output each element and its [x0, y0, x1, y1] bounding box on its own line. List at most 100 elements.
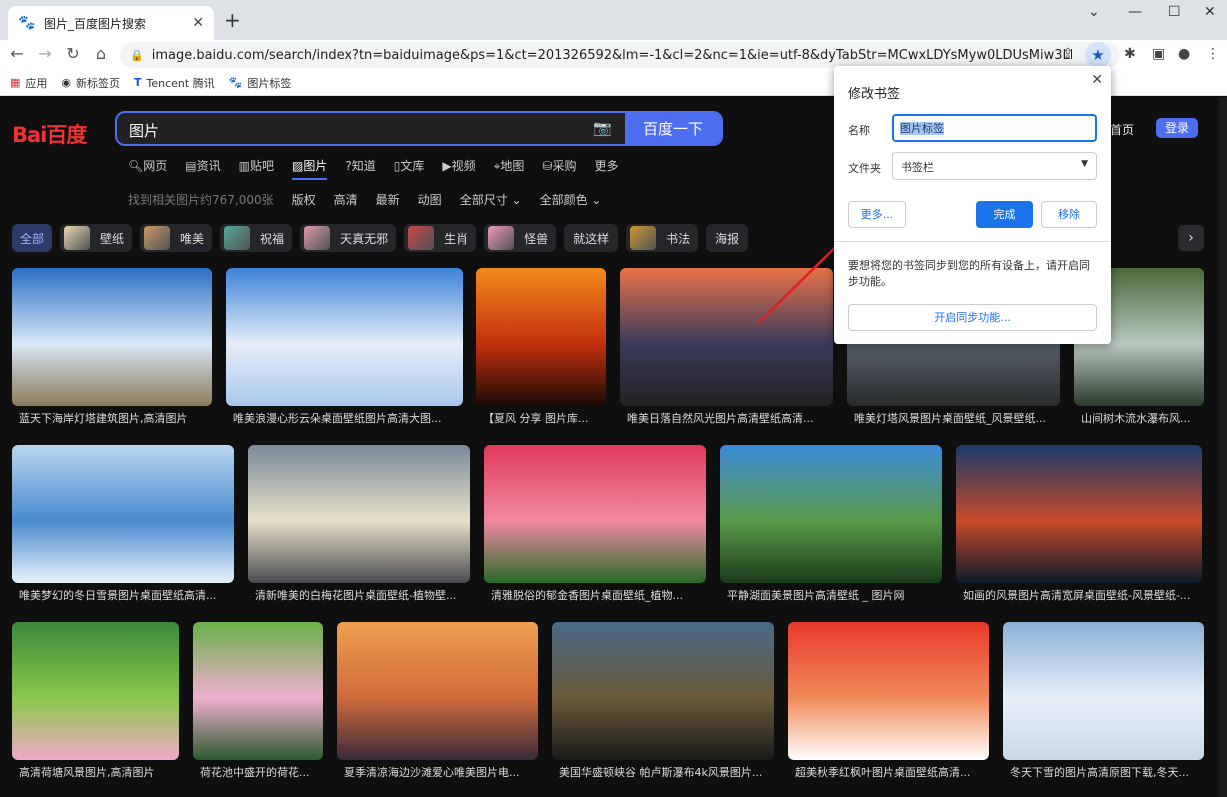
- extensions-icon[interactable]: ✱: [1124, 46, 1136, 62]
- result-caption[interactable]: 山间树木流水瀑布风...: [1074, 410, 1204, 426]
- camera-icon[interactable]: 📷: [593, 119, 612, 137]
- search-input[interactable]: 图片: [129, 120, 159, 141]
- filter-item[interactable]: 高清: [334, 191, 358, 208]
- remove-button[interactable]: 移除: [1041, 201, 1097, 228]
- share-icon[interactable]: ⇪: [1062, 46, 1074, 62]
- nav-tieba[interactable]: ▥贴吧: [239, 157, 274, 180]
- result-thumbnail[interactable]: [1003, 622, 1204, 760]
- result-thumbnail[interactable]: [720, 445, 942, 583]
- result-thumbnail[interactable]: [476, 268, 606, 406]
- result-thumbnail[interactable]: [337, 622, 538, 760]
- image-result[interactable]: 唯美浪漫心形云朵桌面壁纸图片高清大图...: [226, 268, 463, 426]
- result-caption[interactable]: 清雅脱俗的郁金香图片桌面壁纸_植物...: [484, 587, 706, 603]
- image-result[interactable]: 夏季清凉海边沙滩爱心唯美图片电...: [337, 622, 538, 780]
- result-caption[interactable]: 如画的风景图片高清宽屏桌面壁纸-风景壁纸-...: [956, 587, 1202, 603]
- home-link[interactable]: 首页: [1110, 121, 1134, 138]
- home-icon[interactable]: ⌂: [90, 44, 112, 63]
- result-thumbnail[interactable]: [12, 268, 212, 406]
- result-thumbnail[interactable]: [620, 268, 833, 406]
- bookmark-star-icon[interactable]: ★: [1085, 42, 1111, 68]
- nav-map[interactable]: ⌖地图: [494, 157, 525, 180]
- result-caption[interactable]: 超美秋季红枫叶图片桌面壁纸高清...: [788, 764, 989, 780]
- baidu-logo[interactable]: Bai百度: [12, 119, 87, 149]
- result-thumbnail[interactable]: [484, 445, 706, 583]
- enable-sync-button[interactable]: 开启同步功能...: [848, 304, 1097, 331]
- result-thumbnail[interactable]: [956, 445, 1202, 583]
- filter-size[interactable]: 全部尺寸 ⌄: [460, 191, 522, 208]
- search-button[interactable]: 百度一下: [625, 113, 721, 144]
- result-caption[interactable]: 平静湖面美景图片高清壁纸 _ 图片网: [720, 587, 942, 603]
- nav-web[interactable]: 🔍︎网页: [128, 157, 167, 180]
- filter-item[interactable]: 最新: [376, 191, 400, 208]
- nav-more[interactable]: 更多: [594, 157, 618, 180]
- maximize-icon[interactable]: ☐: [1168, 4, 1181, 20]
- result-caption[interactable]: 唯美梦幻的冬日雪景图片桌面壁纸高清...: [12, 587, 234, 603]
- close-icon[interactable]: ✕: [1091, 72, 1103, 88]
- filter-item[interactable]: 版权: [292, 191, 316, 208]
- done-button[interactable]: 完成: [976, 201, 1033, 228]
- more-button[interactable]: 更多...: [848, 201, 906, 228]
- result-thumbnail[interactable]: [552, 622, 774, 760]
- image-result[interactable]: 如画的风景图片高清宽屏桌面壁纸-风景壁纸-...: [956, 445, 1202, 603]
- folder-select[interactable]: 书签栏 ▼: [892, 152, 1097, 180]
- nav-news[interactable]: ▤资讯: [185, 157, 220, 180]
- result-caption[interactable]: 唯美灯塔风景图片桌面壁纸_风景壁纸...: [847, 410, 1060, 426]
- result-thumbnail[interactable]: [226, 268, 463, 406]
- result-caption[interactable]: 【夏风 分享 图片库...: [476, 410, 606, 426]
- image-result[interactable]: 高清荷塘风景图片,高清图片: [12, 622, 179, 780]
- image-result[interactable]: 蓝天下海岸灯塔建筑图片,高清图片: [12, 268, 212, 426]
- new-tab-icon[interactable]: +: [224, 10, 241, 30]
- image-result[interactable]: 冬天下雪的图片高清原图下载,冬天...: [1003, 622, 1204, 780]
- result-caption[interactable]: 高清荷塘风景图片,高清图片: [12, 764, 179, 780]
- category-chip[interactable]: 生肖: [404, 224, 477, 252]
- category-chip[interactable]: 全部: [12, 224, 53, 252]
- image-result[interactable]: 唯美日落自然风光图片高清壁纸高清...: [620, 268, 833, 426]
- scrollbar[interactable]: [1219, 97, 1227, 797]
- nav-purchase[interactable]: ⛁采购: [542, 157, 576, 180]
- result-caption[interactable]: 冬天下雪的图片高清原图下载,冬天...: [1003, 764, 1204, 780]
- bookmark-item[interactable]: ▦ 应用: [10, 75, 47, 91]
- address-bar[interactable]: 🔒 image.baidu.com/search/index?tn=baidui…: [120, 42, 1120, 68]
- result-thumbnail[interactable]: [12, 622, 179, 760]
- category-chip[interactable]: 天真无邪: [300, 224, 397, 252]
- category-chip[interactable]: 书法: [626, 224, 699, 252]
- result-caption[interactable]: 唯美浪漫心形云朵桌面壁纸图片高清大图...: [226, 410, 463, 426]
- close-icon[interactable]: ✕: [192, 15, 204, 31]
- image-result[interactable]: 荷花池中盛开的荷花...: [193, 622, 323, 780]
- bookmark-item[interactable]: T Tencent 腾讯: [134, 75, 215, 91]
- result-thumbnail[interactable]: [248, 445, 470, 583]
- nav-zhidao[interactable]: ?知道: [345, 157, 375, 180]
- profile-icon[interactable]: ●: [1178, 46, 1190, 62]
- forward-icon[interactable]: →: [34, 44, 56, 63]
- sidepanel-icon[interactable]: ▣: [1152, 46, 1165, 62]
- image-result[interactable]: 清新唯美的白梅花图片桌面壁纸-植物壁...: [248, 445, 470, 603]
- result-caption[interactable]: 唯美日落自然风光图片高清壁纸高清...: [620, 410, 833, 426]
- category-chip[interactable]: 祝福: [220, 224, 293, 252]
- menu-icon[interactable]: ⋮: [1206, 46, 1220, 62]
- filter-color[interactable]: 全部颜色 ⌄: [540, 191, 602, 208]
- browser-tab[interactable]: 🐾 图片_百度图片搜索 ✕: [8, 6, 214, 40]
- bookmark-item[interactable]: ◉ 新标签页: [61, 75, 120, 91]
- nav-wenku[interactable]: ▯文库: [394, 157, 425, 180]
- image-result[interactable]: 超美秋季红枫叶图片桌面壁纸高清...: [788, 622, 989, 780]
- image-result[interactable]: 美国华盛顿峡谷 帕卢斯瀑布4k风景图片...: [552, 622, 774, 780]
- result-caption[interactable]: 蓝天下海岸灯塔建筑图片,高清图片: [12, 410, 212, 426]
- result-caption[interactable]: 美国华盛顿峡谷 帕卢斯瀑布4k风景图片...: [552, 764, 774, 780]
- chevron-right-icon[interactable]: ›: [1178, 225, 1204, 251]
- login-button[interactable]: 登录: [1156, 118, 1198, 138]
- result-caption[interactable]: 清新唯美的白梅花图片桌面壁纸-植物壁...: [248, 587, 470, 603]
- result-thumbnail[interactable]: [193, 622, 323, 760]
- close-window-icon[interactable]: ✕: [1204, 4, 1216, 20]
- minimize-icon[interactable]: —: [1128, 4, 1142, 20]
- nav-image[interactable]: ▨图片: [291, 157, 328, 180]
- result-caption[interactable]: 荷花池中盛开的荷花...: [193, 764, 323, 780]
- result-caption[interactable]: 夏季清凉海边沙滩爱心唯美图片电...: [337, 764, 538, 780]
- image-result[interactable]: 【夏风 分享 图片库...: [476, 268, 606, 426]
- category-chip[interactable]: 唯美: [140, 224, 213, 252]
- bookmark-item[interactable]: 🐾 图片标签: [229, 75, 292, 91]
- result-thumbnail[interactable]: [788, 622, 989, 760]
- bookmark-name-input[interactable]: 图片标签: [892, 114, 1097, 142]
- category-chip[interactable]: 怪兽: [484, 224, 557, 252]
- image-result[interactable]: 平静湖面美景图片高清壁纸 _ 图片网: [720, 445, 942, 603]
- nav-video[interactable]: ▶视频: [442, 157, 475, 180]
